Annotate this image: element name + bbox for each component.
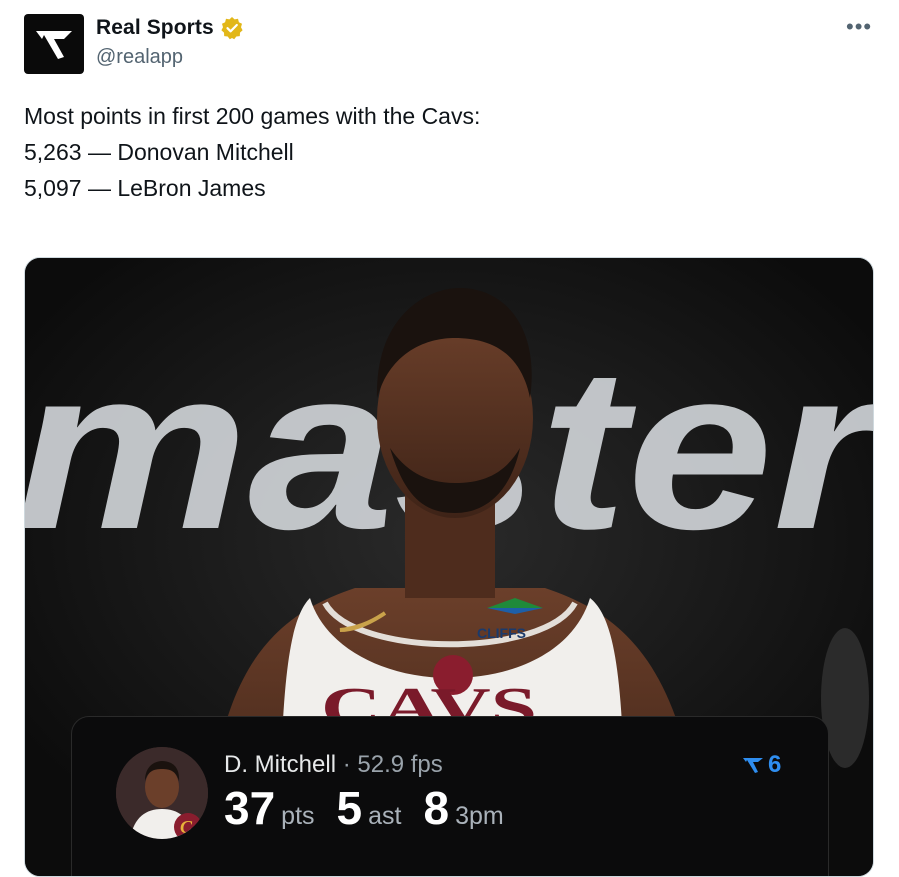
player-name: D. Mitchell	[224, 751, 337, 778]
player-stat-card[interactable]: C D. Mitchell · 52.9 fps 6 37 pts 5 ast …	[71, 716, 829, 876]
display-name[interactable]: Real Sports	[96, 16, 214, 40]
real-logo-icon	[743, 758, 763, 773]
stat-value-3pm: 8	[423, 782, 450, 834]
player-headshot: C	[116, 747, 208, 839]
tweet-line: 5,263 — Donovan Mitchell	[24, 139, 294, 165]
tweet-line: 5,097 — LeBron James	[24, 175, 266, 201]
fantasy-points: 52.9 fps	[357, 751, 443, 778]
account-avatar[interactable]	[24, 14, 84, 74]
verified-badge-icon	[221, 17, 243, 40]
player-info: D. Mitchell · 52.9 fps	[224, 751, 443, 779]
stat-unit-ast: ast	[368, 802, 402, 830]
tweet-line: Most points in first 200 games with the …	[24, 103, 481, 129]
more-options-button[interactable]: •••	[846, 14, 872, 40]
tweet-text: Most points in first 200 games with the …	[24, 98, 480, 206]
player-avatar: C	[116, 747, 208, 839]
author-name-row[interactable]: Real Sports	[96, 16, 244, 40]
stat-value-pts: 37	[224, 782, 276, 834]
real-badge: 6	[742, 751, 781, 779]
stat-value-ast: 5	[336, 782, 363, 834]
separator: ·	[342, 751, 351, 778]
badge-count: 6	[768, 751, 782, 778]
jersey-sponsor-text: CLIFFS	[477, 625, 526, 641]
stat-unit-pts: pts	[281, 802, 315, 830]
author-handle[interactable]: @realapp	[96, 46, 183, 69]
tweet-media-image[interactable]: master CLIFFS CAVS C D. Mitchell	[24, 257, 874, 877]
stat-line: 37 pts 5 ast 8 3pm	[224, 781, 526, 835]
real-sports-logo-icon	[36, 31, 72, 59]
stat-unit-3pm: 3pm	[455, 802, 504, 830]
svg-text:C: C	[180, 817, 193, 837]
